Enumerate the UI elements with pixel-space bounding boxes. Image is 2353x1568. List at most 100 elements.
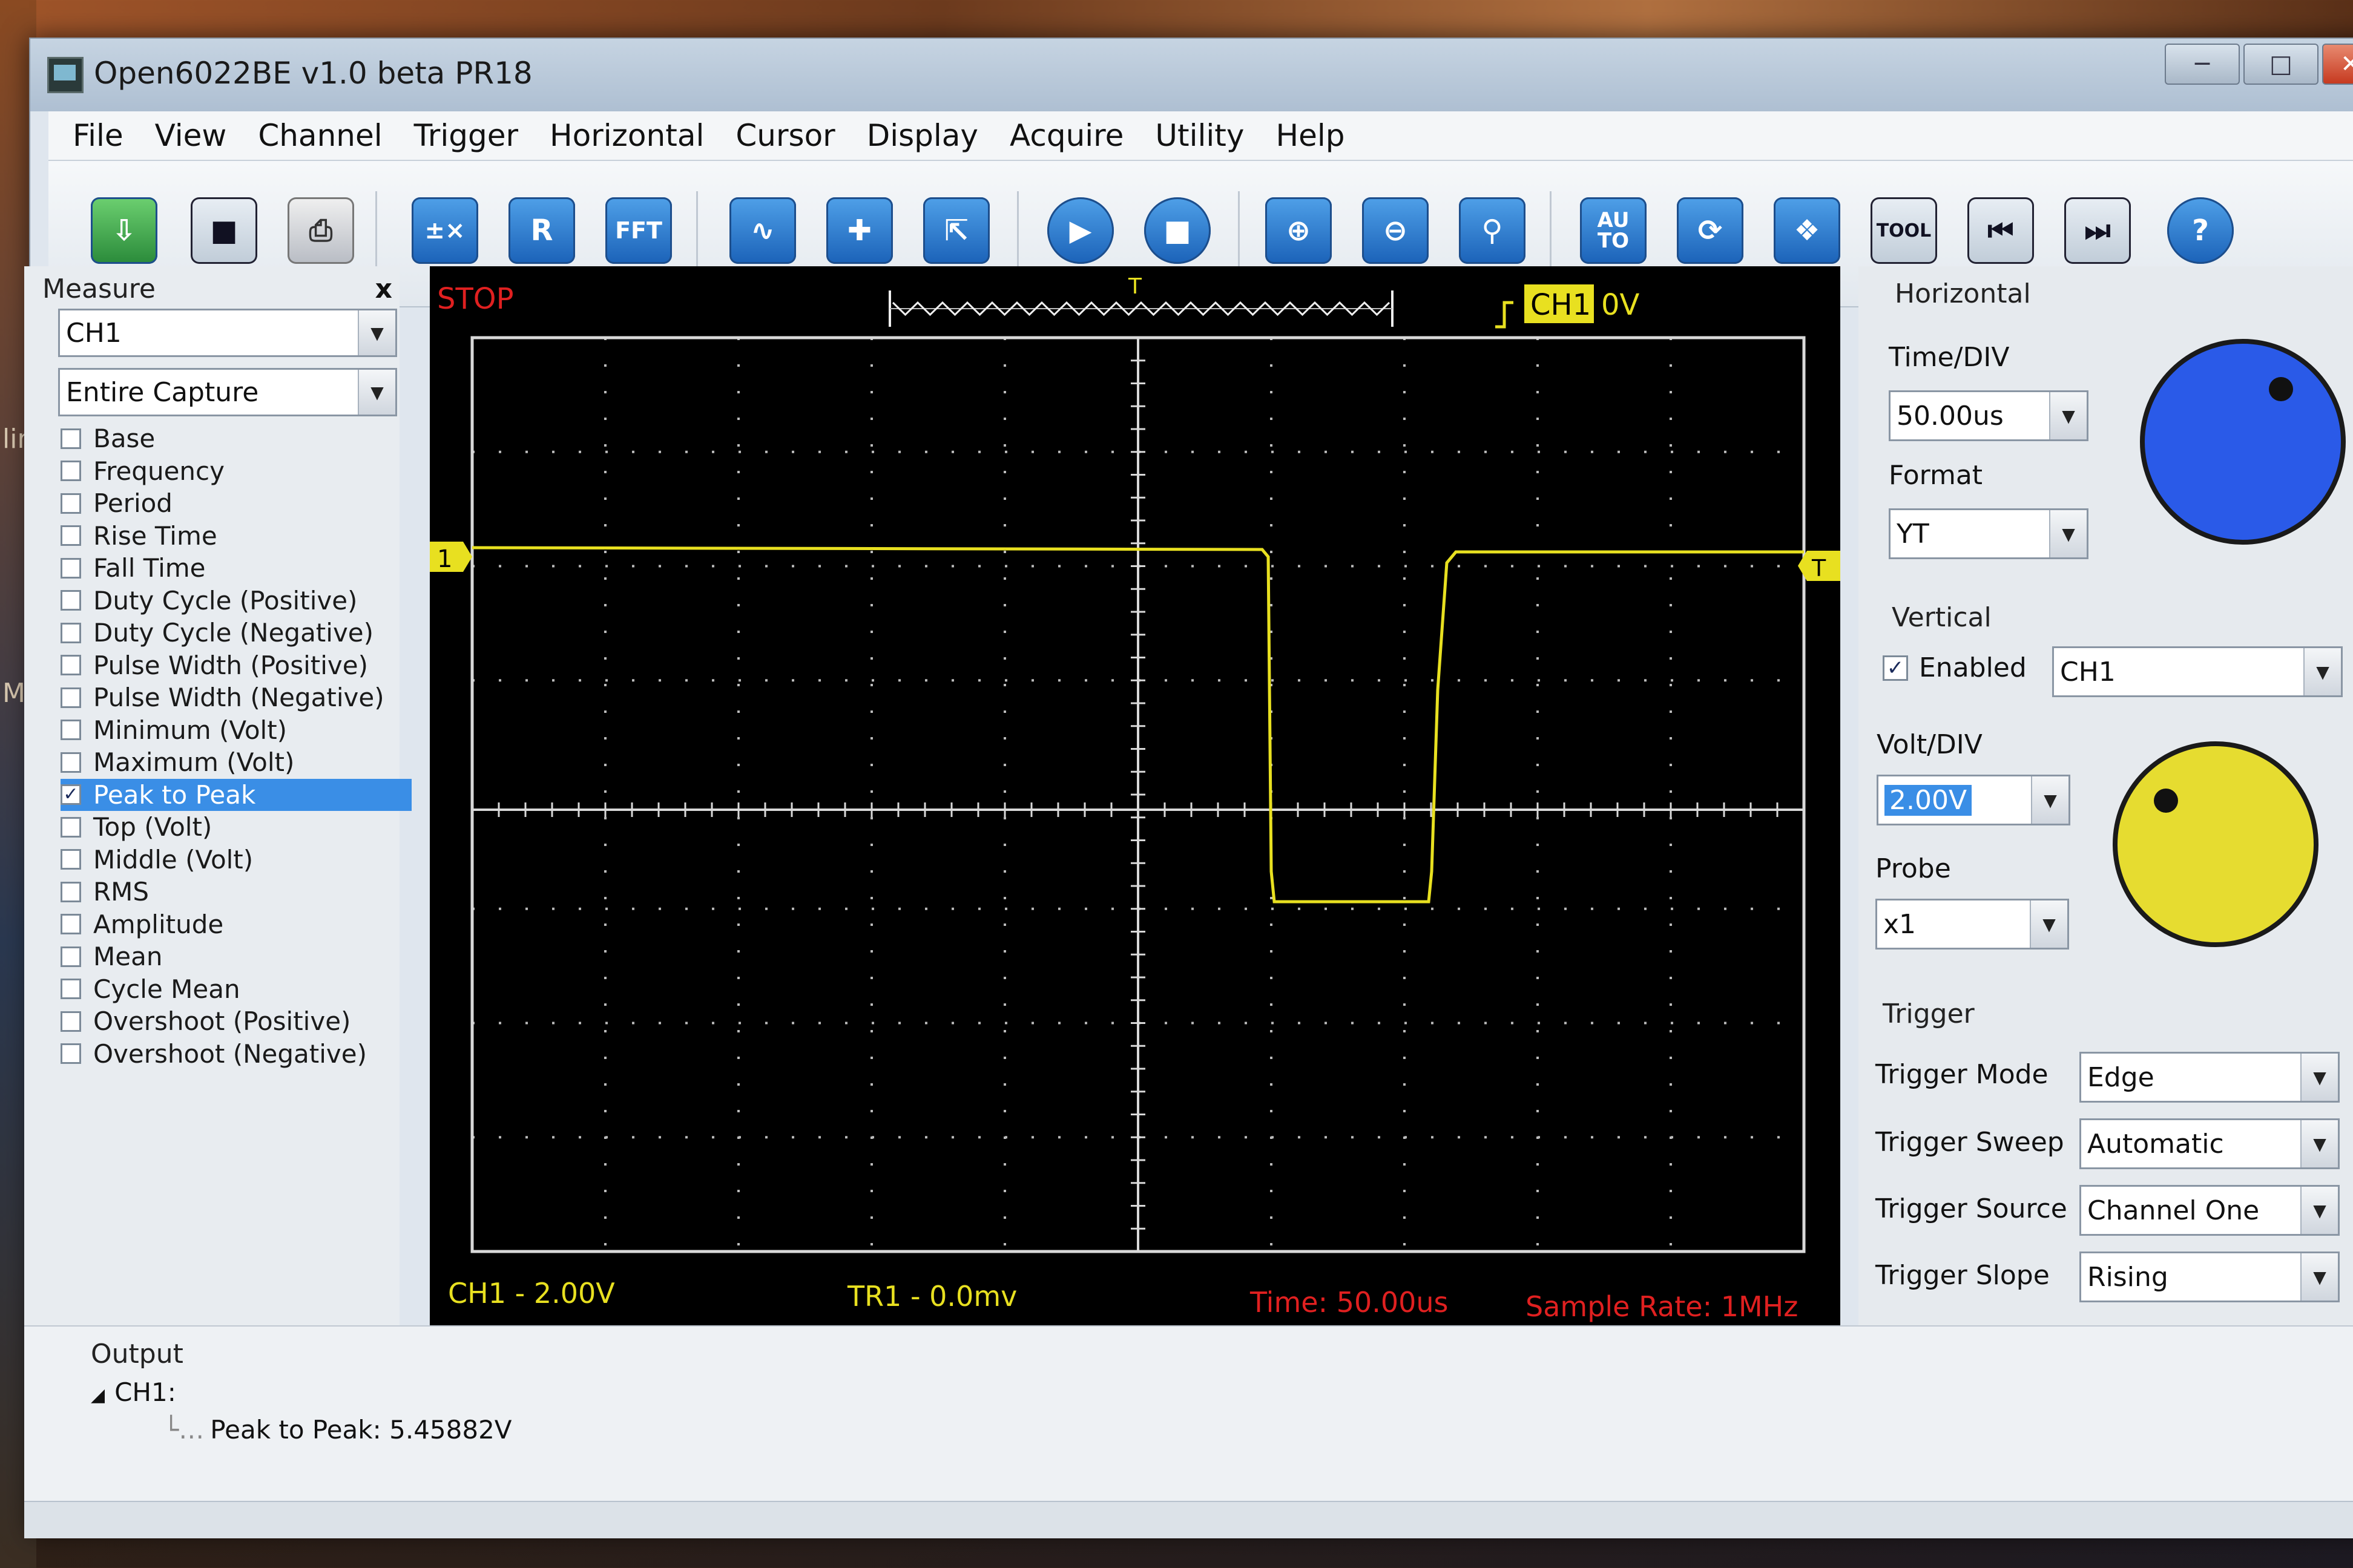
tool-button[interactable]: TOOL — [1871, 197, 1937, 264]
refresh-icon[interactable]: ⟳ — [1677, 197, 1743, 264]
menu-acquire[interactable]: Acquire — [1010, 118, 1124, 153]
enabled-checkbox[interactable]: ✓ — [1883, 655, 1908, 681]
time-div-select[interactable]: 50.00us ▼ — [1889, 390, 2088, 441]
measure-item[interactable]: RMS — [61, 876, 412, 908]
open-icon[interactable]: ⇩ — [91, 197, 157, 264]
run-icon[interactable]: ▶ — [1047, 197, 1114, 264]
measure-item[interactable]: Minimum (Volt) — [61, 714, 412, 747]
measure-item[interactable]: Duty Cycle (Positive) — [61, 585, 412, 617]
measure-checkbox[interactable]: ✓ — [61, 784, 81, 805]
measure-checkbox[interactable] — [61, 687, 81, 708]
zoom-in-icon[interactable]: ⊕ — [1265, 197, 1332, 264]
measure-checkbox[interactable] — [61, 849, 81, 870]
title-bar[interactable]: Open6022BE v1.0 beta PR18 ─ □ ✕ — [30, 39, 2353, 111]
measure-checkbox[interactable] — [61, 816, 81, 838]
measure-item[interactable]: Fall Time — [61, 552, 412, 585]
measure-checkbox[interactable] — [61, 461, 81, 482]
trigger-slope-select[interactable]: Rising ▼ — [2079, 1251, 2340, 1302]
measure-checkbox[interactable] — [61, 946, 81, 967]
measure-checkbox[interactable] — [61, 655, 81, 676]
close-button[interactable]: ✕ — [2322, 44, 2353, 85]
menu-channel[interactable]: Channel — [258, 118, 382, 153]
menu-file[interactable]: File — [73, 118, 123, 153]
measure-item[interactable]: Pulse Width (Positive) — [61, 649, 412, 682]
format-select[interactable]: YT ▼ — [1889, 508, 2088, 559]
run-status: STOP — [437, 282, 514, 316]
crosshair-icon[interactable]: ✚ — [826, 197, 893, 264]
measure-item[interactable]: Middle (Volt) — [61, 844, 412, 876]
collapse-arrow-icon[interactable]: ◢ — [91, 1385, 105, 1406]
measure-checkbox[interactable] — [61, 493, 81, 514]
maximize-button[interactable]: □ — [2243, 44, 2318, 85]
step-back-icon[interactable]: ⏮ — [1967, 197, 2034, 264]
zoom-icon[interactable]: ⚲ — [1459, 197, 1525, 264]
time-div-knob[interactable] — [2140, 339, 2346, 545]
fullscreen-icon[interactable]: ❖ — [1774, 197, 1840, 264]
help-button[interactable]: ? — [2167, 197, 2234, 264]
measure-item[interactable]: Maximum (Volt) — [61, 746, 412, 779]
trigger-group-title: Trigger — [1883, 999, 1975, 1029]
measure-range-select[interactable]: Entire Capture ▼ — [58, 368, 397, 416]
measure-checkbox[interactable] — [61, 752, 81, 773]
menu-cursor[interactable]: Cursor — [736, 118, 835, 153]
scope-screen[interactable]: T STOP CH1 0V 1 T CH1 - 2.00V TR1 - 0.0m… — [430, 266, 1840, 1343]
menu-view[interactable]: View — [155, 118, 227, 153]
measure-item[interactable]: Mean — [61, 940, 412, 973]
measure-item[interactable]: Overshoot (Negative) — [61, 1038, 412, 1071]
stop-icon[interactable]: ■ — [1144, 197, 1211, 264]
measure-checkbox[interactable] — [61, 914, 81, 935]
menu-horizontal[interactable]: Horizontal — [550, 118, 704, 153]
measure-checkbox[interactable] — [61, 881, 81, 902]
save-icon[interactable]: ■ — [191, 197, 257, 264]
step-forward-icon[interactable]: ⏭ — [2064, 197, 2131, 264]
menu-display[interactable]: Display — [867, 118, 978, 153]
measure-icon[interactable]: ±× — [412, 197, 478, 264]
cursor-icon[interactable]: ⇱ — [923, 197, 990, 264]
probe-select[interactable]: x1 ▼ — [1875, 899, 2069, 950]
trigger-mode-select[interactable]: Edge ▼ — [2079, 1052, 2340, 1103]
measure-item[interactable]: Pulse Width (Negative) — [61, 681, 412, 714]
fft-button[interactable]: FFT — [605, 197, 672, 264]
measure-item[interactable]: Cycle Mean — [61, 973, 412, 1006]
measure-checkbox[interactable] — [61, 1011, 81, 1032]
measure-item[interactable]: Rise Time — [61, 520, 412, 553]
measure-checkbox[interactable] — [61, 428, 81, 449]
zoom-out-icon[interactable]: ⊖ — [1362, 197, 1429, 264]
menu-help[interactable]: Help — [1275, 118, 1344, 153]
measure-item[interactable]: Period — [61, 487, 412, 520]
format-label: Format — [1889, 460, 1983, 491]
reference-button[interactable]: R — [508, 197, 575, 264]
measure-checkbox[interactable] — [61, 720, 81, 741]
print-icon[interactable]: ⎙ — [288, 197, 354, 264]
measure-item[interactable]: Top (Volt) — [61, 811, 412, 844]
waveform-icon[interactable]: ∿ — [729, 197, 796, 264]
measure-item[interactable]: Duty Cycle (Negative) — [61, 617, 412, 649]
measure-checkbox[interactable] — [61, 590, 81, 611]
trigger-source-select[interactable]: Channel One ▼ — [2079, 1185, 2340, 1236]
measure-checkbox[interactable] — [61, 1043, 81, 1064]
measure-item[interactable]: Amplitude — [61, 908, 412, 941]
measure-checkbox[interactable] — [61, 979, 81, 1000]
menu-bar: File View Channel Trigger Horizontal Cur… — [48, 111, 2353, 161]
trigger-sweep-select[interactable]: Automatic ▼ — [2079, 1118, 2340, 1169]
output-title: Output — [91, 1339, 183, 1370]
measure-close-button[interactable]: x — [375, 274, 392, 304]
menu-utility[interactable]: Utility — [1155, 118, 1244, 153]
measure-checkbox[interactable] — [61, 525, 81, 546]
time-div-value: 50.00us — [1897, 400, 2004, 431]
measure-checkbox[interactable] — [61, 557, 81, 579]
vertical-channel-select[interactable]: CH1 ▼ — [2052, 646, 2343, 697]
time-label: Time: 50.00us — [1249, 1286, 1449, 1319]
measure-item[interactable]: Overshoot (Positive) — [61, 1005, 412, 1038]
minimize-button[interactable]: ─ — [2165, 44, 2240, 85]
measure-item[interactable]: ✓ Peak to Peak — [61, 778, 412, 811]
menu-trigger[interactable]: Trigger — [414, 118, 518, 153]
output-tree-node[interactable]: ◢ CH1: — [91, 1377, 176, 1407]
measure-channel-select[interactable]: CH1 ▼ — [58, 309, 397, 357]
measure-item[interactable]: Base — [61, 422, 412, 455]
auto-button[interactable]: AU TO — [1580, 197, 1647, 264]
measure-checkbox[interactable] — [61, 622, 81, 643]
volt-div-knob[interactable] — [2113, 741, 2318, 947]
measure-item[interactable]: Frequency — [61, 455, 412, 488]
volt-div-select[interactable]: 2.00V ▼ — [1877, 775, 2070, 825]
